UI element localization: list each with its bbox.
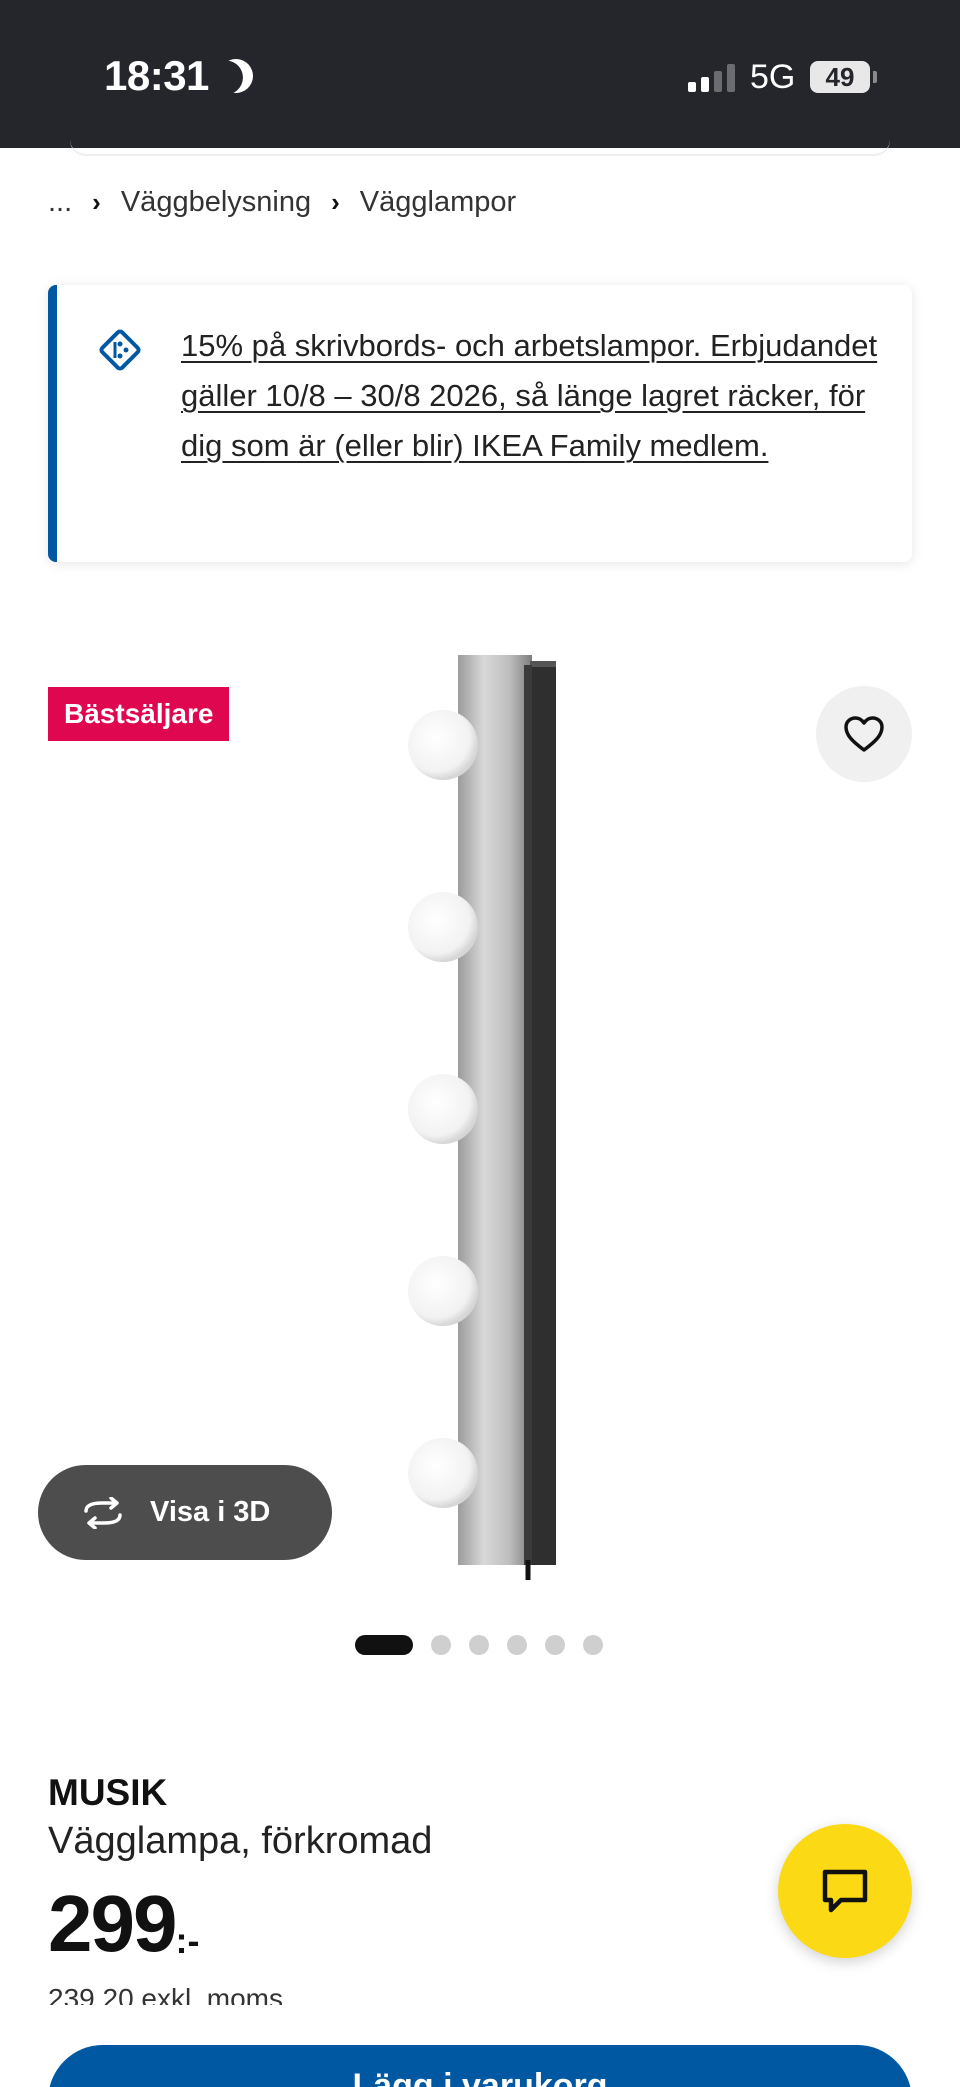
clock-text: 18:31: [104, 52, 209, 99]
product-image[interactable]: [400, 655, 570, 1585]
moon-icon: [214, 54, 258, 98]
network-type: 5G: [750, 58, 796, 96]
price-value: 299: [48, 1879, 177, 1968]
price-excl-vat: 239,20 exkl. moms: [48, 1983, 283, 2005]
breadcrumb-item-vagglampor[interactable]: Vägglampor: [360, 186, 516, 219]
family-offer-icon: [99, 329, 141, 371]
carousel-dot-2[interactable]: [431, 1635, 451, 1655]
rotate-3d-icon: [84, 1496, 122, 1529]
carousel-dot-3[interactable]: [469, 1635, 489, 1655]
battery-icon: 49: [810, 61, 877, 93]
signal-icon: [688, 64, 735, 92]
header-edge: [70, 140, 890, 156]
promo-link[interactable]: 15% på skrivbords- och arbetslampor. Erb…: [181, 321, 881, 471]
carousel-dot-6[interactable]: [583, 1635, 603, 1655]
breadcrumb-ellipsis[interactable]: ...: [48, 186, 72, 219]
chevron-right-icon: ›: [92, 187, 101, 217]
product-price: 299 :-: [48, 1882, 199, 1966]
bestseller-badge: Bästsäljare: [48, 687, 230, 741]
chevron-right-icon: ›: [331, 187, 340, 217]
price-suffix: :-: [175, 1920, 200, 1961]
product-name: MUSIK: [48, 1772, 168, 1813]
status-time: 18:31: [104, 52, 253, 100]
carousel-dot-4[interactable]: [507, 1635, 527, 1655]
status-bar: 18:31 5G 49: [0, 0, 960, 148]
favorite-button[interactable]: [816, 686, 912, 782]
carousel-dot-1[interactable]: [355, 1635, 413, 1655]
heart-icon: [844, 716, 884, 752]
add-to-cart-button[interactable]: Lägg i varukorg: [48, 2045, 912, 2087]
carousel-dot-5[interactable]: [545, 1635, 565, 1655]
image-carousel-indicator: [355, 1635, 603, 1655]
breadcrumb: ... › Väggbelysning › Vägglampor: [48, 186, 516, 219]
chat-icon: [822, 1869, 868, 1913]
promo-banner: 15% på skrivbords- och arbetslampor. Erb…: [48, 285, 912, 562]
view-3d-button[interactable]: Visa i 3D: [38, 1465, 332, 1560]
breadcrumb-item-vaggbelysning[interactable]: Väggbelysning: [121, 186, 311, 219]
view-3d-label: Visa i 3D: [150, 1496, 271, 1528]
product-description: Vägglampa, förkromad: [48, 1820, 433, 1862]
chat-button[interactable]: [778, 1824, 912, 1958]
